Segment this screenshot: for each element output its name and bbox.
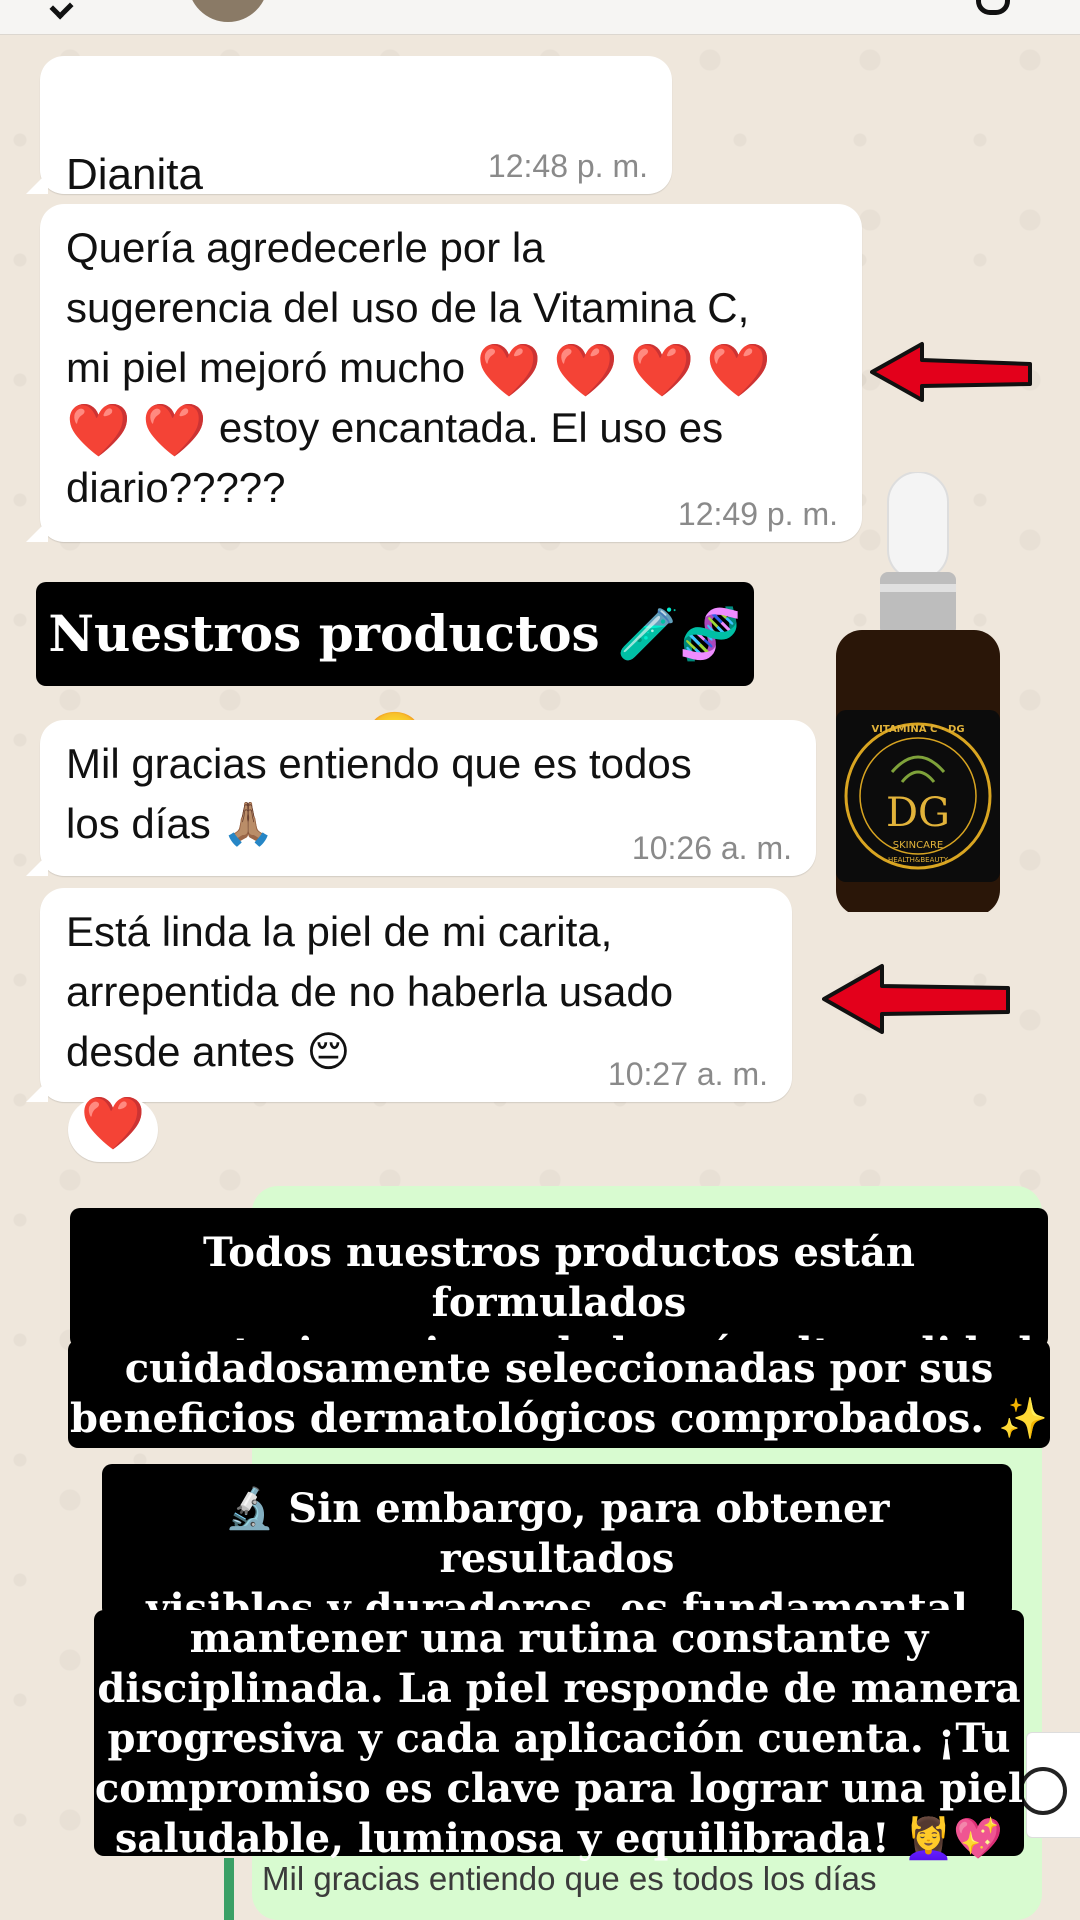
message-line: estoy encantada. El uso es bbox=[207, 404, 724, 451]
phone-icon[interactable] bbox=[976, 0, 1010, 15]
chat-header bbox=[0, 0, 1080, 35]
message-time: 12:48 p. m. bbox=[487, 148, 648, 184]
caption-line: compromiso es clave para lograr una piel bbox=[94, 1765, 1024, 1812]
quality-caption-part1: Todos nuestros productos están formulado… bbox=[70, 1208, 1048, 1376]
routine-caption-part1: 🔬 Sin embargo, para obtener resultados v… bbox=[102, 1464, 1012, 1632]
red-arrow-icon bbox=[822, 964, 1010, 1034]
message-line: desde antes bbox=[66, 1028, 295, 1075]
bottle-logo: DG bbox=[886, 790, 950, 836]
message-line: mi piel mejoró mucho bbox=[66, 344, 466, 391]
message-time: 10:26 a. m. bbox=[631, 830, 792, 866]
side-panel bbox=[1019, 1732, 1080, 1838]
pensive-emoji: 😔 bbox=[306, 1028, 351, 1075]
incoming-message[interactable]: Está linda la piel de mi carita, arrepen… bbox=[26, 888, 792, 1102]
message-line: Está linda la piel de mi carita, bbox=[66, 908, 613, 955]
red-arrow-icon bbox=[870, 342, 1032, 402]
vitamin-c-bottle-image: VITAMINA C · DG DG SKINCARE HEALTH&BEAUT… bbox=[822, 471, 1014, 916]
caption-line: mantener una rutina constante y bbox=[189, 1615, 929, 1662]
incoming-message[interactable]: Quería agredecerle por la sugerencia del… bbox=[26, 204, 862, 542]
heart-emoji: ❤️ bbox=[476, 342, 542, 400]
avatar[interactable] bbox=[188, 0, 268, 22]
message-line: los días bbox=[66, 800, 211, 847]
message-line: arrepentida de no haberla usado bbox=[66, 968, 674, 1015]
quality-caption-part2: cuidadosamente seleccionadas por sus ben… bbox=[68, 1340, 1050, 1448]
caption-line: cuidadosamente seleccionadas por sus bbox=[124, 1345, 994, 1392]
heart-emoji: ❤️ bbox=[629, 342, 695, 400]
heart-reaction[interactable]: ❤️ bbox=[68, 1098, 158, 1162]
routine-caption-part2: mantener una rutina constante y discipli… bbox=[94, 1610, 1024, 1862]
quote-bar bbox=[224, 1858, 234, 1920]
message-line: sugerencia del uso de la Vitamina C, bbox=[66, 284, 750, 331]
message-line: Mil gracias entiendo que es todos bbox=[66, 740, 692, 787]
bottle-label-top: VITAMINA C · DG bbox=[871, 724, 964, 735]
caption-line: Todos nuestros productos están formulado… bbox=[203, 1229, 915, 1326]
caption-line: progresiva y cada aplicación cuenta. ¡Tu bbox=[107, 1715, 1011, 1762]
caption-line: disciplinada. La piel responde de manera bbox=[97, 1665, 1021, 1712]
message-line: Quería agredecerle por la bbox=[66, 224, 545, 271]
products-caption: Nuestros productos 🧪🧬😍 bbox=[36, 582, 754, 767]
caption-line: 🔬 Sin embargo, para obtener resultados bbox=[224, 1485, 890, 1582]
message-time: 12:49 p. m. bbox=[677, 496, 838, 532]
caption-line: saludable, luminosa y equilibrada! 💆‍♀️💖 bbox=[114, 1815, 1004, 1862]
quoted-reply-text: Mil gracias entiendo que es todos los dí… bbox=[262, 1860, 877, 1897]
message-text: Dianita bbox=[66, 150, 203, 199]
bottle-line2: HEALTH&BEAUTY bbox=[888, 856, 949, 864]
heart-emoji: ❤️ bbox=[142, 402, 208, 460]
heart-emoji: ❤️ bbox=[553, 342, 618, 400]
heart-emoji: ❤️ bbox=[706, 342, 771, 400]
bottle-line1: SKINCARE bbox=[893, 840, 943, 851]
incoming-message[interactable]: Dianita ❤️ ❤️ ❤️ ❤️ ❤️ ❤️ 12:48 p. m. bbox=[26, 56, 672, 274]
incoming-message[interactable]: Mil gracias entiendo que es todos los dí… bbox=[26, 720, 816, 876]
caption-line: beneficios dermatológicos comprobados. ✨ bbox=[70, 1395, 1048, 1442]
heart-emoji: ❤️ bbox=[66, 402, 131, 460]
message-time: 10:27 a. m. bbox=[607, 1056, 768, 1092]
back-arrow-icon[interactable] bbox=[49, 0, 74, 20]
praying-hands-emoji: 🙏🏽 bbox=[222, 800, 275, 847]
